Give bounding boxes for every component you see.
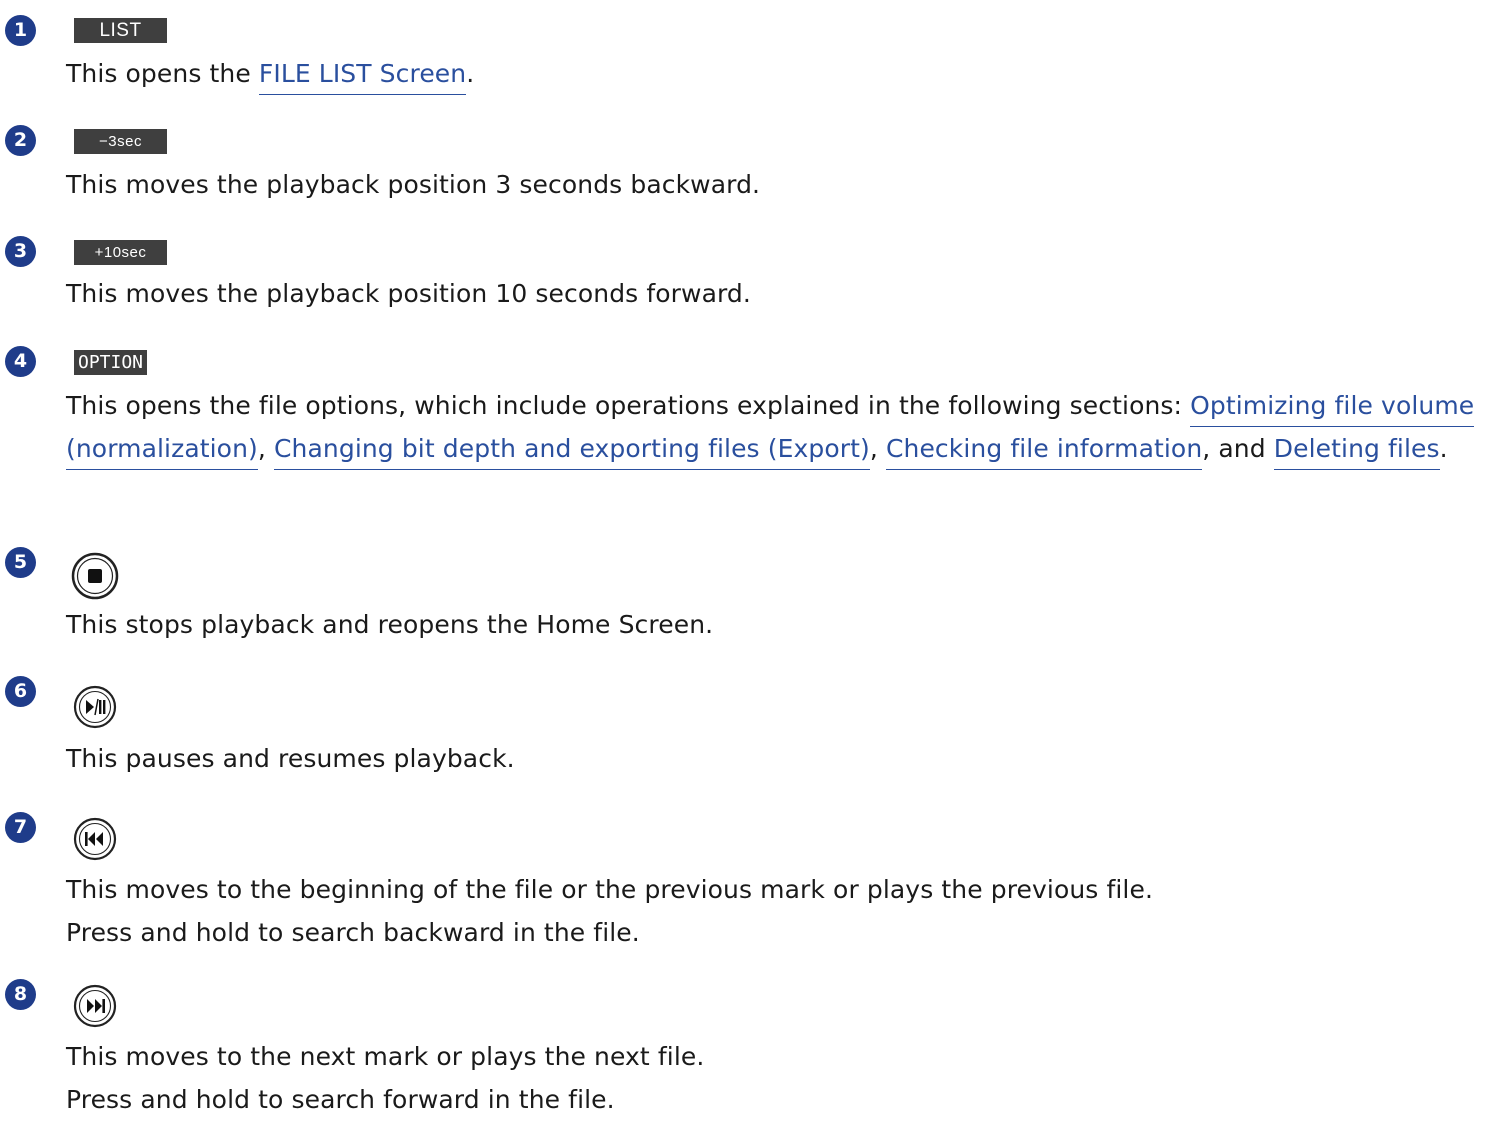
step-number-badge: 8	[5, 979, 36, 1010]
step-number-badge: 4	[5, 346, 36, 377]
description: This moves to the beginning of the file …	[66, 868, 1153, 954]
description: This moves to the next mark or plays the…	[66, 1035, 704, 1121]
description: This moves the playback position 3 secon…	[66, 170, 761, 199]
step-number-badge: 7	[5, 812, 36, 843]
step-number-badge: 1	[5, 15, 36, 46]
list-button-label: LIST	[74, 18, 167, 43]
skip-forward-icon	[73, 984, 117, 1028]
stop-icon	[71, 552, 119, 600]
skip-back-icon	[73, 817, 117, 861]
step-number-badge: 2	[5, 125, 36, 156]
file-list-screen-link[interactable]: FILE LIST Screen	[258, 59, 467, 95]
minus-3sec-button-label: −3sec	[74, 129, 167, 154]
description: This opens the file options, which inclu…	[66, 384, 1476, 470]
step-number-badge: 6	[5, 676, 36, 707]
deleting-files-link[interactable]: Deleting files	[1273, 434, 1440, 470]
description-line: This moves to the next mark or plays the…	[66, 1042, 705, 1071]
description: This pauses and resumes playback.	[66, 744, 515, 773]
description: This opens the FILE LIST Screen.	[66, 52, 474, 95]
option-button-label: OPTION	[74, 350, 148, 375]
play-pause-icon	[73, 685, 117, 729]
step-number-badge: 3	[5, 236, 36, 267]
description: This moves the playback position 10 seco…	[66, 279, 751, 308]
plus-10sec-button-label: +10sec	[74, 240, 167, 265]
step-number-badge: 5	[5, 547, 36, 578]
export-link[interactable]: Changing bit depth and exporting files (…	[273, 434, 870, 470]
description-line: Press and hold to search backward in the…	[66, 918, 640, 947]
description-line: This moves to the beginning of the file …	[66, 875, 1153, 904]
file-information-link[interactable]: Checking file information	[885, 434, 1203, 470]
description: This stops playback and reopens the Home…	[66, 610, 714, 639]
